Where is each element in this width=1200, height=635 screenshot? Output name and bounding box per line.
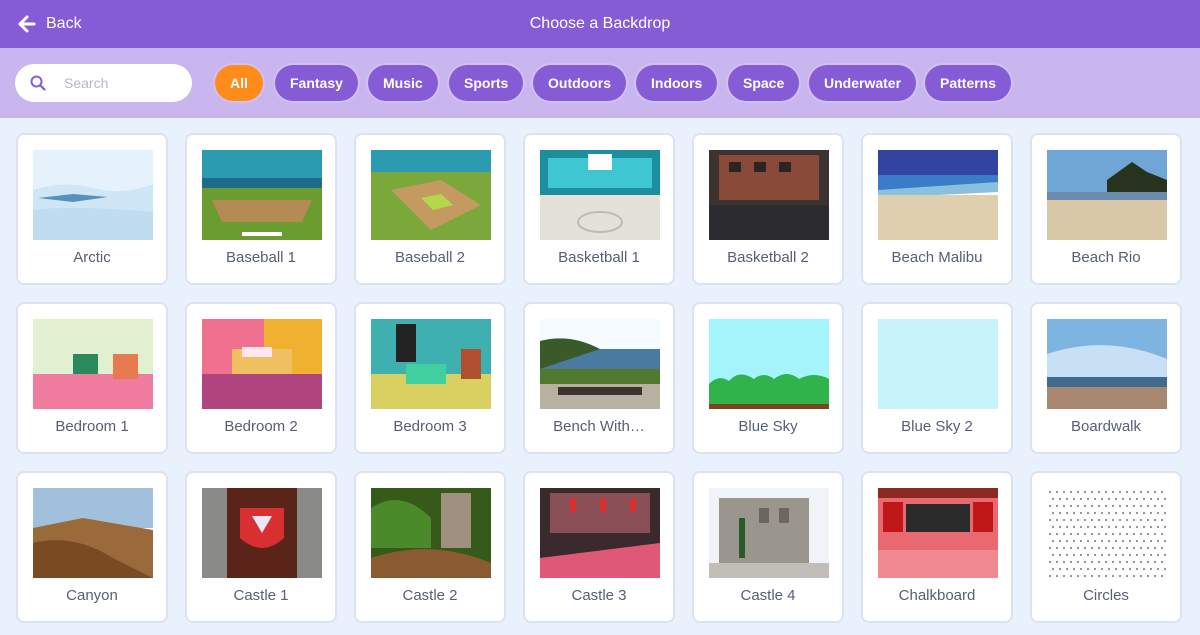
search-input[interactable] bbox=[64, 75, 174, 91]
backdrop-thumbnail bbox=[371, 488, 491, 578]
backdrop-thumbnail bbox=[202, 150, 322, 240]
backdrop-thumbnail bbox=[709, 150, 829, 240]
backdrop-thumbnail bbox=[371, 150, 491, 240]
backdrop-thumbnail bbox=[709, 488, 829, 578]
backdrop-name: Blue Sky 2 bbox=[901, 418, 973, 435]
backdrop-card[interactable]: Castle 3 bbox=[523, 471, 675, 623]
backdrop-thumbnail bbox=[540, 319, 660, 409]
filter-bar: All Fantasy Music SportsOutdoors Indoors Spac… bbox=[0, 48, 1200, 118]
category-chip-sports[interactable]: Sports bbox=[449, 65, 524, 101]
backdrop-name: Beach Rio bbox=[1071, 249, 1141, 266]
backdrop-thumbnail bbox=[33, 150, 153, 240]
backdrop-card[interactable]: Bedroom 3 bbox=[354, 302, 506, 454]
backdrop-thumbnail bbox=[371, 319, 491, 409]
backdrop-card[interactable]: Basketball 2 bbox=[692, 133, 844, 285]
backdrop-name: Circles bbox=[1083, 587, 1129, 604]
backdrop-card[interactable]: Beach Malibu bbox=[861, 133, 1013, 285]
backdrop-name: Canyon bbox=[66, 587, 118, 604]
backdrop-name: Castle 4 bbox=[740, 587, 796, 604]
search-icon bbox=[30, 75, 46, 91]
backdrop-name: Basketball 1 bbox=[558, 249, 640, 266]
backdrop-thumbnail bbox=[1047, 319, 1167, 409]
backdrop-name: Bedroom 3 bbox=[393, 418, 467, 435]
backdrop-card[interactable]: Bedroom 1 bbox=[16, 302, 168, 454]
backdrop-name: Bedroom 2 bbox=[224, 418, 298, 435]
backdrop-card[interactable]: Circles bbox=[1030, 471, 1182, 623]
backdrop-thumbnail bbox=[878, 488, 998, 578]
backdrop-card[interactable]: Blue Sky 2 bbox=[861, 302, 1013, 454]
backdrop-thumbnail bbox=[202, 488, 322, 578]
backdrop-name: Bench With… bbox=[553, 418, 645, 435]
backdrop-name: Castle 3 bbox=[571, 587, 627, 604]
backdrop-card[interactable]: Chalkboard bbox=[861, 471, 1013, 623]
backdrop-name: Bedroom 1 bbox=[55, 418, 129, 435]
backdrop-thumbnail bbox=[540, 488, 660, 578]
backdrop-thumbnail bbox=[540, 150, 660, 240]
backdrop-thumbnail bbox=[1047, 488, 1167, 578]
backdrop-grid: Arctic Baseball 1 Baseball 2 Basketball 1 Ba… bbox=[0, 118, 1200, 635]
backdrop-card[interactable]: Castle 1 bbox=[185, 471, 337, 623]
backdrop-card[interactable]: Bench With… bbox=[523, 302, 675, 454]
category-chip-outdoors[interactable]: Outdoors bbox=[533, 65, 626, 101]
backdrop-name: Chalkboard bbox=[898, 587, 976, 604]
backdrop-thumbnail bbox=[878, 319, 998, 409]
backdrop-name: Beach Malibu bbox=[891, 249, 983, 266]
backdrop-thumbnail bbox=[33, 319, 153, 409]
category-chip-space[interactable]: Space bbox=[728, 65, 800, 101]
category-chip-patterns[interactable]: Patterns bbox=[925, 65, 1012, 101]
category-chip-all[interactable]: All bbox=[215, 65, 263, 101]
backdrop-card[interactable]: Basketball 1 bbox=[523, 133, 675, 285]
category-chip-fantasy[interactable]: Fantasy bbox=[275, 65, 358, 101]
category-chip-indoors[interactable]: Indoors bbox=[636, 65, 718, 101]
backdrop-thumbnail bbox=[202, 319, 322, 409]
backdrop-name: Castle 1 bbox=[233, 587, 289, 604]
category-chip-music[interactable]: Music bbox=[368, 65, 438, 101]
backdrop-card[interactable]: Castle 4 bbox=[692, 471, 844, 623]
header-bar: Back Choose a Backdrop bbox=[0, 0, 1200, 48]
page-title: Choose a Backdrop bbox=[529, 15, 671, 32]
category-chip-underwater[interactable]: Underwater bbox=[809, 65, 917, 101]
backdrop-card[interactable]: Baseball 1 bbox=[185, 133, 337, 285]
backdrop-card[interactable]: Castle 2 bbox=[354, 471, 506, 623]
backdrop-card[interactable]: Beach Rio bbox=[1030, 133, 1182, 285]
backdrop-name: Basketball 2 bbox=[727, 249, 809, 266]
backdrop-name: Baseball 2 bbox=[394, 249, 466, 266]
backdrop-thumbnail bbox=[709, 319, 829, 409]
search-box[interactable] bbox=[15, 64, 192, 102]
backdrop-thumbnail bbox=[878, 150, 998, 240]
backdrop-card[interactable]: Canyon bbox=[16, 471, 168, 623]
backdrop-card[interactable]: Boardwalk bbox=[1030, 302, 1182, 454]
backdrop-thumbnail bbox=[1047, 150, 1167, 240]
backdrop-thumbnail bbox=[33, 488, 153, 578]
backdrop-card[interactable]: Bedroom 2 bbox=[185, 302, 337, 454]
backdrop-card[interactable]: Baseball 2 bbox=[354, 133, 506, 285]
backdrop-name: Baseball 1 bbox=[225, 249, 297, 266]
backdrop-card[interactable]: Blue Sky bbox=[692, 302, 844, 454]
backdrop-name: Arctic bbox=[73, 249, 111, 266]
backdrop-name: Boardwalk bbox=[1070, 418, 1142, 435]
backdrop-name: Castle 2 bbox=[402, 587, 458, 604]
backdrop-card[interactable]: Arctic bbox=[16, 133, 168, 285]
backdrop-name: Blue Sky bbox=[738, 418, 798, 435]
